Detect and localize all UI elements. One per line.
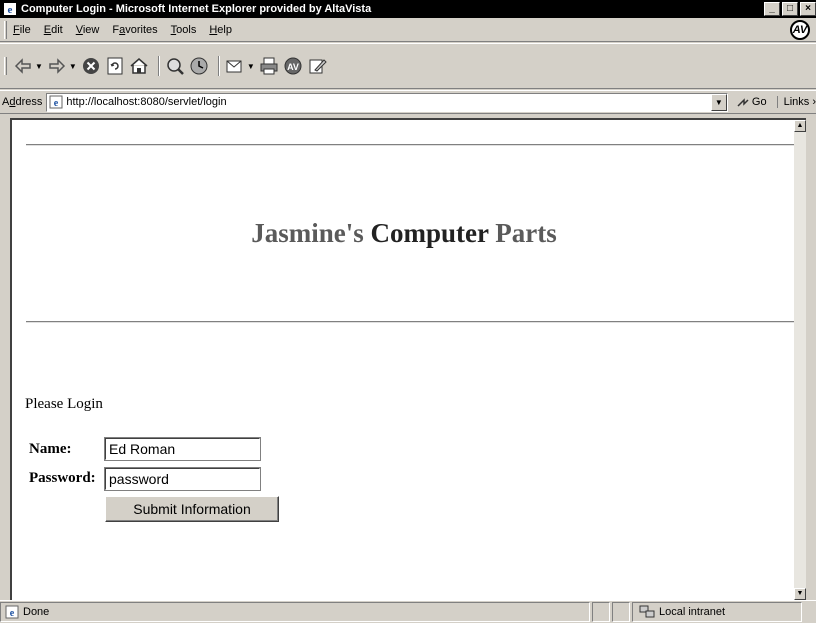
status-text: Done — [23, 606, 50, 618]
home-icon — [130, 58, 148, 74]
password-label: Password: — [29, 470, 96, 486]
altavista-button[interactable]: AV — [283, 55, 303, 77]
history-icon — [190, 57, 208, 75]
mail-button[interactable]: ▼ — [225, 55, 255, 77]
ie-page-icon: e — [49, 95, 63, 109]
menu-help[interactable]: Help — [209, 24, 232, 36]
menu-grip[interactable] — [4, 20, 7, 39]
back-icon — [14, 58, 31, 74]
status-text-pane: e Done — [0, 602, 590, 622]
status-security-pane — [612, 602, 630, 622]
minimize-button[interactable]: _ — [764, 2, 780, 16]
history-button[interactable] — [189, 55, 209, 77]
password-input[interactable] — [106, 469, 259, 489]
page-heading: Jasmine's Computer Parts — [251, 218, 557, 248]
maximize-button[interactable]: □ — [782, 2, 798, 16]
menu-edit[interactable]: Edit — [44, 24, 63, 36]
menu-tools[interactable]: Tools — [171, 24, 197, 36]
mail-dropdown-icon[interactable]: ▼ — [247, 62, 255, 71]
altavista-logo: AV — [790, 20, 810, 40]
go-label: Go — [751, 96, 767, 108]
stop-button[interactable] — [81, 55, 101, 77]
links-button[interactable]: Links › — [776, 96, 816, 108]
altavista-icon: AV — [284, 57, 302, 75]
search-icon — [167, 58, 184, 75]
toolbar-separator — [217, 56, 220, 76]
top-divider — [26, 144, 796, 146]
address-bar: Address e ▼ Go Links › — [0, 90, 816, 114]
edit-button[interactable] — [307, 55, 327, 77]
menu-favorites[interactable]: Favorites — [112, 24, 157, 36]
name-input[interactable] — [106, 439, 259, 459]
address-field[interactable]: e ▼ — [46, 92, 728, 112]
go-arrow-icon — [737, 98, 749, 107]
title-bar: e Computer Login - Microsoft Internet Ex… — [0, 0, 816, 18]
close-button[interactable]: × — [800, 2, 816, 16]
status-progress-pane — [592, 602, 610, 622]
ie-page-icon: e — [4, 3, 16, 16]
svg-text:e: e — [10, 608, 15, 619]
address-input[interactable] — [66, 96, 687, 108]
status-zone-pane: Local intranet — [632, 602, 802, 622]
status-bar: e Done Local intranet — [0, 600, 816, 623]
forward-button[interactable]: ▼ — [47, 55, 77, 77]
address-label: Address — [2, 96, 43, 108]
back-dropdown-icon[interactable]: ▼ — [35, 62, 43, 71]
standard-toolbar: ▼ ▼ ▼ AV — [0, 43, 816, 89]
login-prompt: Please Login — [25, 396, 103, 412]
status-zone-label: Local intranet — [659, 606, 726, 618]
menu-view[interactable]: View — [76, 24, 100, 36]
print-button[interactable] — [259, 55, 279, 77]
scroll-down-icon[interactable]: ▼ — [794, 588, 806, 600]
go-button[interactable]: Go — [736, 95, 767, 109]
password-field[interactable] — [104, 467, 261, 491]
vertical-scrollbar[interactable]: ▲ ▼ — [794, 120, 806, 600]
ie-page-icon: e — [5, 605, 19, 619]
edit-icon — [309, 59, 327, 74]
window-title: Computer Login - Microsoft Internet Expl… — [21, 3, 372, 15]
scroll-up-icon[interactable]: ▲ — [794, 120, 806, 132]
svg-text:e: e — [54, 98, 59, 109]
svg-text:AV: AV — [287, 62, 299, 72]
local-intranet-icon — [639, 605, 655, 618]
svg-text:e: e — [8, 4, 13, 16]
home-button[interactable] — [129, 55, 149, 77]
name-label: Name: — [29, 441, 72, 457]
mail-icon — [226, 60, 242, 73]
bottom-divider — [26, 321, 796, 323]
page-viewport: Jasmine's Computer Parts Please Login Na… — [10, 118, 806, 600]
stop-icon — [82, 58, 99, 74]
toolbar-grip[interactable] — [4, 57, 7, 75]
forward-dropdown-icon[interactable]: ▼ — [69, 62, 77, 71]
refresh-icon — [107, 57, 123, 75]
menu-bar: File Edit View Favorites Tools Help AV — [0, 18, 816, 42]
toolbar-separator — [157, 56, 160, 76]
submit-button[interactable]: Submit Information — [105, 496, 279, 522]
menu-file[interactable]: File — [13, 24, 31, 36]
address-dropdown-icon[interactable]: ▼ — [710, 93, 727, 111]
name-field[interactable] — [104, 437, 261, 461]
refresh-button[interactable] — [105, 55, 125, 77]
forward-icon — [49, 58, 65, 74]
search-button[interactable] — [165, 55, 185, 77]
page-content: Jasmine's Computer Parts Please Login Na… — [12, 120, 796, 600]
print-icon — [260, 57, 278, 75]
back-button[interactable]: ▼ — [13, 55, 43, 77]
